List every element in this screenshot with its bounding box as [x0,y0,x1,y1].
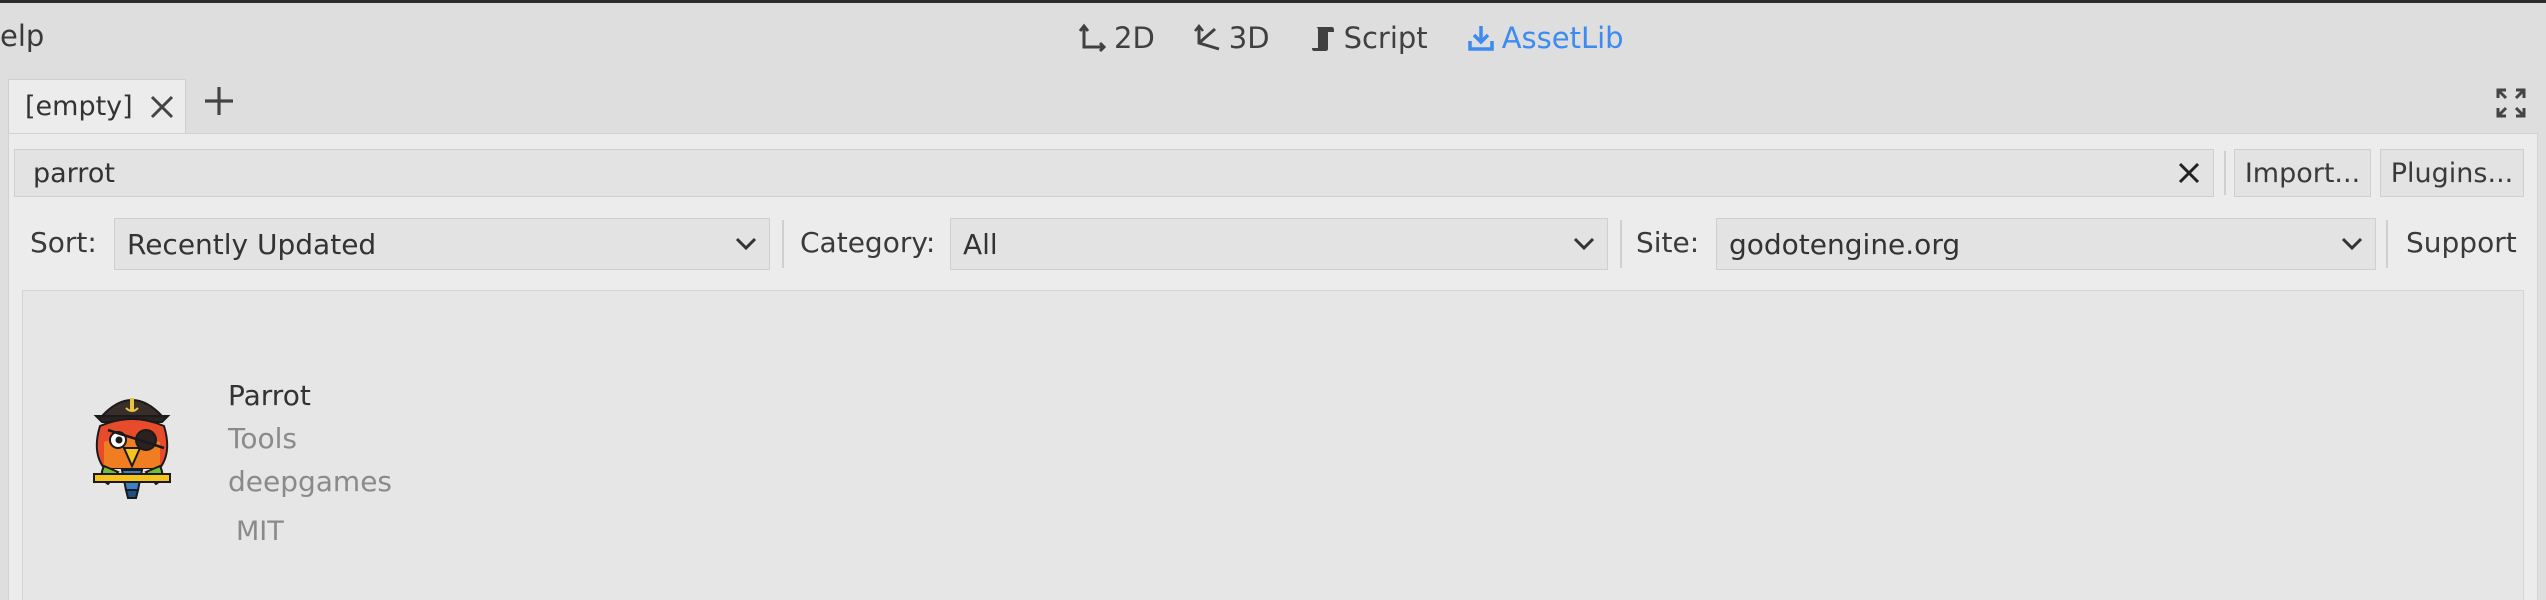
site-label: Site: [1636,226,1700,259]
asset-license: MIT [236,516,284,547]
close-icon[interactable] [149,94,175,120]
filter-separator [1620,220,1622,268]
script-button[interactable]: Script [1308,21,1428,55]
2d-button-label: 2D [1114,21,1155,55]
3d-button-label: 3D [1228,21,1270,55]
sort-select[interactable]: Recently Updated [114,218,770,270]
assetlib-button-label: AssetLib [1501,21,1624,55]
category-select[interactable]: All [950,218,1608,270]
filter-separator [782,220,784,268]
asset-results-area [22,290,2524,600]
scene-tab-bar: [empty] [0,71,2546,133]
search-input-value: parrot [33,158,115,189]
sort-label: Sort: [30,226,97,259]
toolbar-separator [2224,151,2226,195]
menu-bar: elp 2D 3D Script AssetLib [0,3,2546,71]
script-icon [1311,27,1334,51]
2d-icon [1078,23,1107,53]
asset-author[interactable]: deepgames [228,465,392,498]
3d-button[interactable]: 3D [1193,21,1270,55]
scene-tab[interactable]: [empty] [8,79,186,133]
download-icon [1467,26,1494,51]
site-select[interactable]: godotengine.org [1716,218,2376,270]
main-screen-switcher: 2D 3D Script AssetLib [1078,17,1624,59]
import-button[interactable]: Import... [2234,149,2371,197]
add-tab-icon[interactable] [202,84,236,118]
clear-icon[interactable] [2177,161,2201,185]
filter-separator [2386,220,2388,268]
3d-icon [1193,23,1220,51]
category-label: Category: [800,226,936,259]
sort-select-value: Recently Updated [127,228,377,261]
site-select-value: godotengine.org [1729,228,1961,261]
asset-title[interactable]: Parrot [228,379,311,412]
script-button-label: Script [1343,21,1428,55]
plugins-button[interactable]: Plugins... [2380,149,2524,197]
distraction-free-icon[interactable] [2494,86,2528,120]
support-button[interactable]: Support [2406,226,2517,259]
search-input[interactable]: parrot [14,149,2214,197]
scene-tab-label: [empty] [25,91,133,122]
assetlib-button[interactable]: AssetLib [1466,21,1624,55]
chevron-down-icon [735,237,757,251]
chevron-down-icon [2341,237,2363,251]
menu-help[interactable]: elp [0,19,44,53]
2d-button[interactable]: 2D [1078,21,1155,55]
parrot-icon[interactable] [88,382,176,502]
category-select-value: All [963,228,998,261]
asset-category[interactable]: Tools [228,422,297,455]
chevron-down-icon [1573,237,1595,251]
